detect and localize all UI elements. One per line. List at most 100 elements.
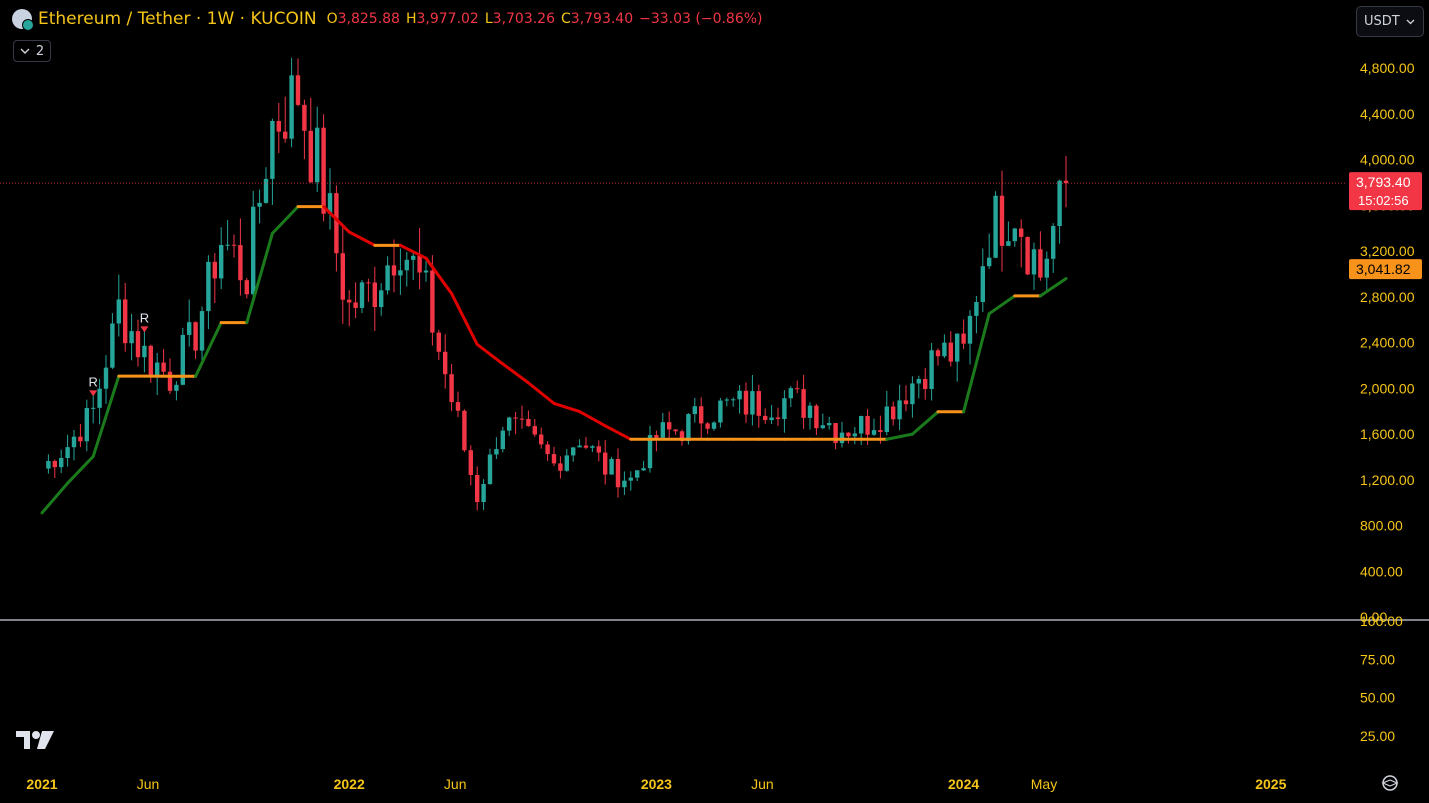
chart-canvas[interactable]: 4,800.004,400.004,000.003,600.003,200.00… [0,0,1429,799]
candle-body [885,407,889,432]
candle-body [661,422,665,438]
candle-body [750,391,754,414]
candle-body [859,416,863,433]
candle-body [437,333,441,352]
candle-body [462,411,466,450]
candle-body [891,407,895,420]
candle-body [974,302,978,316]
candle-body [667,422,671,429]
candle-body [961,334,965,344]
candle-body [97,389,101,408]
candle-body [968,316,972,344]
candle-body [91,408,95,409]
candle-body [65,447,69,458]
y-axis-tick-label: 1,600.00 [1360,426,1415,442]
candle-body [72,437,76,448]
candle-body [251,207,255,295]
candle-body [405,260,409,270]
candle-body [846,433,850,437]
candle-body [520,419,524,420]
candle-body [174,385,178,391]
candle-body [270,121,274,179]
candle-body [296,75,300,105]
candle-body [1038,249,1042,277]
last-price-label: 3,793.40 [1356,174,1411,190]
candle-body [385,265,389,290]
indicators-toggle-button[interactable]: 2 [13,40,51,62]
price-chart[interactable]: 4,800.004,400.004,000.003,600.003,200.00… [0,0,1429,799]
candle-body [641,468,645,470]
candle-body [85,408,89,441]
candle-body [430,271,434,333]
currency-selector[interactable]: USDT [1356,6,1424,37]
candle-body [321,128,325,214]
candle-body [942,343,946,357]
candle-body [705,423,709,428]
lower-pane-tick-label: 50.00 [1360,690,1395,706]
candle-body [987,258,991,267]
symbol-legend: Ethereum / Tether · 1W · KUCOIN O3,825.8… [12,9,763,29]
symbol-title[interactable]: Ethereum / Tether · 1W · KUCOIN [38,9,317,29]
chevron-down-icon [20,48,30,55]
candle-body [232,245,236,246]
candle-body [334,193,338,253]
candle-body [526,419,530,426]
tradingview-logo-icon[interactable] [16,729,56,751]
candle-body [501,431,505,450]
candle-body [545,444,549,454]
candle-body [315,128,319,182]
candle-body [110,323,114,367]
y-axis-tick-label: 4,400.00 [1360,106,1415,122]
currency-label: USDT [1364,14,1400,29]
candle-body [488,454,492,484]
candle-body [718,401,722,423]
candle-body [629,478,633,481]
candle-body [827,423,831,425]
candle-body [1019,228,1023,236]
settings-gear-icon[interactable] [1380,773,1400,793]
candle-body [917,379,921,383]
candle-body [424,271,428,273]
chevron-down-icon [1406,19,1415,25]
indicator-value-label: 3,041.82 [1356,261,1411,277]
candle-body [737,391,741,400]
candle-body [603,453,607,475]
candle-body [289,75,293,138]
candle-body [117,299,121,323]
candle-body [801,389,805,418]
candle-body [213,262,217,279]
candle-body [379,290,383,307]
candle-body [283,132,287,139]
candle-body [238,245,242,280]
candle-body [257,203,261,207]
candle-body [622,481,626,488]
candle-body [993,196,997,258]
x-axis-tick-label: 2022 [334,776,365,792]
candle-body [878,430,882,432]
y-axis-tick-label: 4,000.00 [1360,152,1415,168]
candle-body [910,383,914,404]
candle-body [616,459,620,487]
candle-body [1051,226,1055,259]
candle-body [558,463,562,470]
candle-body [168,372,172,391]
signal-marker-label: R [140,310,149,325]
candle-body [245,280,249,294]
candle-body [1057,181,1061,226]
candle-body [904,400,908,404]
candle-body [1045,259,1049,278]
candle-body [200,311,204,351]
candle-body [853,433,857,436]
candle-body [769,418,773,421]
x-axis-tick-label: Jun [137,776,160,792]
candle-body [264,179,268,203]
candle-body [795,388,799,389]
candle-body [104,368,108,389]
candle-body [373,283,377,308]
x-axis-tick-label: Jun [751,776,774,792]
candle-body [443,352,447,374]
candle-body [584,446,588,448]
x-axis-tick-label: May [1031,776,1057,792]
candle-body [347,300,351,303]
indicator-count: 2 [36,44,44,59]
